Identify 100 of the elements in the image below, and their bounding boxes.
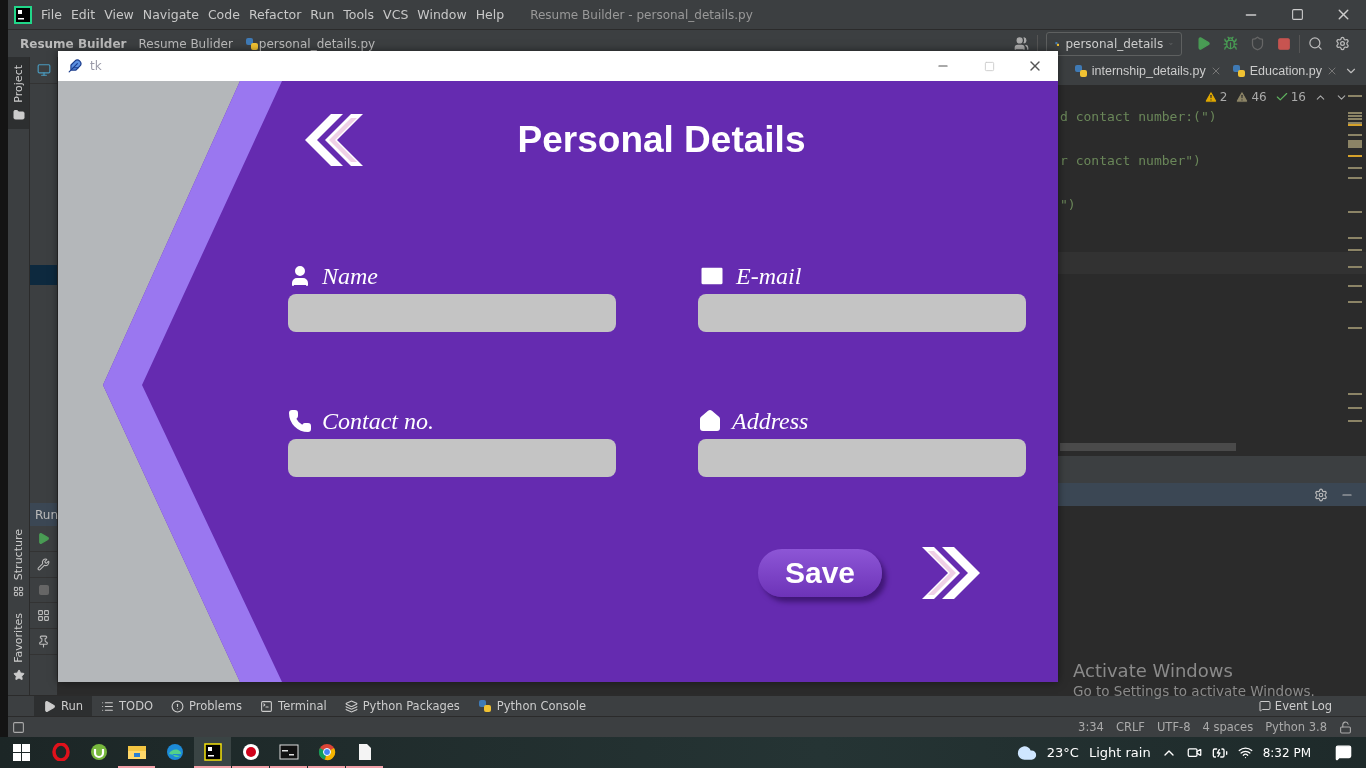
temperature: 23°C [1046,745,1079,760]
window-title: Resume Builder - personal_details.py [530,7,754,22]
run-config-dropdown[interactable]: personal_details [1046,31,1182,56]
star-icon [12,669,25,681]
tool-tab[interactable]: Python Packages [335,696,469,716]
settings-icon[interactable] [1335,36,1350,51]
unlock-icon[interactable] [1339,720,1352,734]
run-icon[interactable] [1196,36,1211,51]
opera-icon[interactable] [51,742,70,761]
structure-icon [13,586,24,598]
layout-icon[interactable] [37,609,50,622]
menu-item[interactable]: Help [475,7,505,22]
warning-icon [1203,90,1218,104]
utorrent-icon[interactable] [89,742,108,761]
console-icon[interactable] [278,743,299,760]
monitor-icon[interactable] [36,63,51,77]
field-label: E-mail [736,262,802,290]
forward-chevrons-icon[interactable] [920,545,982,601]
wifi-icon[interactable] [1237,745,1253,760]
menu-item[interactable]: View [104,7,134,22]
chrome-icon[interactable] [317,742,336,761]
code-line: ") [1060,197,1076,212]
python-file-icon [1073,64,1088,78]
menu-item[interactable]: Code [207,7,240,22]
save-button[interactable]: Save [758,549,882,597]
tool-window-tab[interactable]: Favorites [8,605,29,689]
layers-icon [344,699,358,713]
menu-item[interactable]: Window [417,7,467,22]
stop-icon[interactable] [1277,36,1291,51]
code-line: d contact number:(") [1060,109,1217,124]
pin-icon[interactable] [37,635,50,648]
folder-icon [12,108,25,121]
input-field[interactable] [288,294,616,332]
debug-icon[interactable] [1223,36,1238,51]
activation-hint: Go to Settings to activate Windows. [1073,683,1315,699]
play-icon [43,699,56,713]
weather-condition: Light rain [1088,745,1151,760]
status-item[interactable]: Python 3.8 [1265,720,1327,734]
tool-tab[interactable]: TODO [92,696,163,716]
python-file-icon [1231,64,1246,78]
house-icon [698,409,722,433]
python-file-icon [244,36,259,51]
phone-icon [288,409,312,433]
menu-item[interactable]: Run [310,7,335,22]
warning-icon [1235,90,1250,104]
editor-tab[interactable]: internship_details.py [1069,57,1226,85]
windows-logo-icon[interactable] [12,744,30,761]
inspection-count: 16 [1290,90,1306,104]
tool-window-tab[interactable]: Project [8,57,29,129]
play-icon[interactable] [37,532,50,545]
window-title: tk [90,59,103,73]
speech-bubble-icon [1258,700,1271,712]
search-icon[interactable] [1308,36,1323,51]
menu-item[interactable]: File [41,7,62,22]
record-icon[interactable] [241,742,260,761]
field-label: Contact no. [322,407,434,435]
inspection-count: 2 [1219,90,1228,104]
breadcrumb[interactable]: Resume Bulider [138,36,233,51]
back-chevrons-icon[interactable] [303,112,365,168]
tool-window-tab[interactable]: Structure [8,521,29,606]
input-field[interactable] [698,439,1026,477]
code-line: r contact number") [1060,153,1201,168]
panel-icon[interactable] [12,720,25,734]
status-item[interactable]: 3:34 [1078,720,1104,734]
alert-icon [171,699,185,713]
menu-item[interactable]: Refactor [248,7,302,22]
document-icon[interactable] [357,742,372,761]
users-icon[interactable] [1014,36,1029,51]
menu-item[interactable]: Navigate [142,7,199,22]
tool-tab[interactable]: Terminal [251,696,336,716]
list-icon [101,699,115,713]
menu-item[interactable]: Edit [70,7,96,22]
run-panel-title: Run [30,503,57,526]
pycharm-icon[interactable] [203,742,222,761]
status-item[interactable]: CRLF [1115,720,1145,734]
feather-icon [68,59,82,73]
pycharm-logo [14,5,32,24]
status-item[interactable]: 4 spaces [1202,720,1254,734]
wrench-icon[interactable] [37,558,50,571]
tool-tab[interactable]: Run [34,696,93,716]
breadcrumb[interactable]: personal_details.py [258,36,376,51]
clock: 8:32 PM [1262,745,1311,760]
settings-icon[interactable] [1314,487,1328,502]
maximize-icon[interactable] [1290,8,1304,21]
edge-icon[interactable] [165,742,184,761]
tool-tab[interactable]: Python Console [468,696,596,716]
input-field[interactable] [698,294,1026,332]
editor-tab[interactable]: Education.py [1227,57,1342,85]
menu-item[interactable]: Tools [343,7,375,22]
notifications-icon[interactable] [1335,744,1352,761]
event-log-button[interactable]: Event Log [1258,699,1366,713]
field-label: Address [732,407,809,435]
status-item[interactable]: UTF-8 [1156,720,1191,734]
activation-title: Activate Windows [1073,660,1234,681]
breadcrumb[interactable]: Resume Builder [20,36,127,51]
camera-icon[interactable] [1186,745,1202,760]
menu-item[interactable]: VCS [383,7,409,22]
input-field[interactable] [288,439,616,477]
tool-tab[interactable]: Problems [162,696,252,716]
check-icon [1274,90,1289,104]
